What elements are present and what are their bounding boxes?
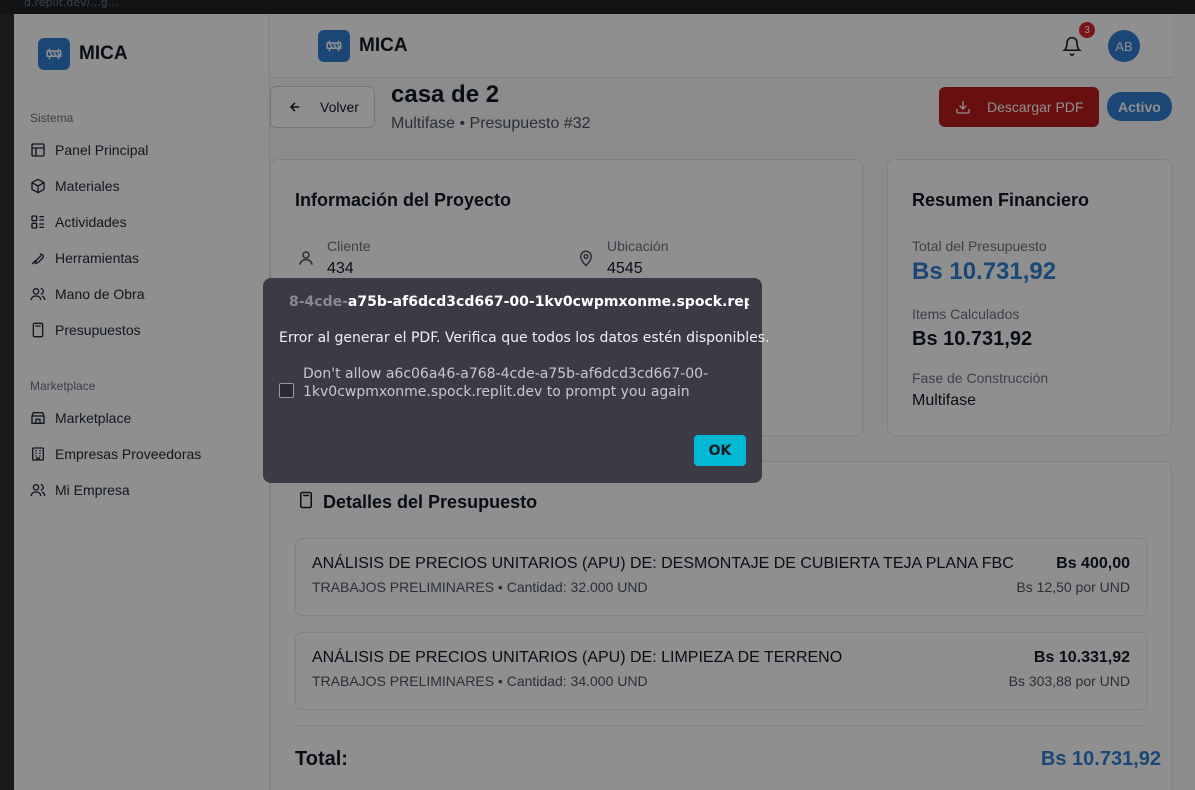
ok-button[interactable]: OK bbox=[694, 435, 746, 466]
dont-allow-checkbox[interactable] bbox=[279, 383, 294, 398]
origin-faded: 8-4cde- bbox=[289, 294, 348, 310]
dialog-origin: 8-4cde-a75b-af6dcd3cd667-00-1kv0cwpmxonm… bbox=[279, 294, 749, 310]
origin-text: a75b-af6dcd3cd667-00-1kv0cwpmxonme.spock… bbox=[347, 294, 749, 310]
alert-dialog: 8-4cde-a75b-af6dcd3cd667-00-1kv0cwpmxonm… bbox=[263, 278, 770, 483]
dont-allow-label[interactable]: Don't allow a6c06a46-a768-4cde-a75b-af6d… bbox=[303, 365, 748, 401]
dialog-message: Error al generar el PDF. Verifica que to… bbox=[279, 330, 770, 346]
